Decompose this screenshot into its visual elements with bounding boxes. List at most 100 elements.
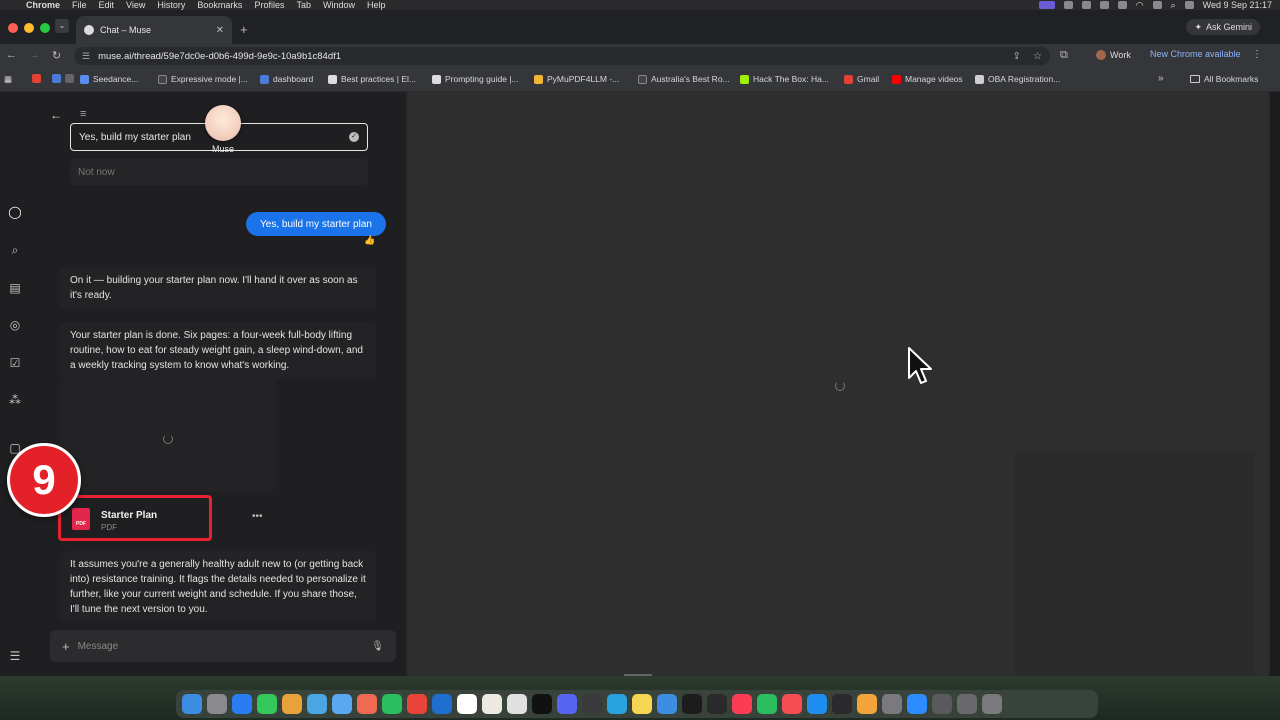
menu-tab[interactable]: Tab [296,0,311,10]
bookmark-item[interactable]: Seedance... [80,74,138,84]
control-center-icon[interactable] [1184,1,1194,9]
music-icon[interactable] [732,694,752,714]
menu-chrome[interactable]: Chrome [26,0,60,10]
menu-icon[interactable]: ≡ [80,108,86,120]
app-icon[interactable] [657,694,677,714]
close-tab-icon[interactable]: ✕ [216,25,224,36]
app-icon[interactable] [857,694,877,714]
slack-icon[interactable] [507,694,527,714]
tab-chat-muse[interactable]: Chat – Muse ✕ [76,16,232,44]
app-icon[interactable] [707,694,727,714]
forward-arrow-icon[interactable]: → [29,49,40,61]
news-icon[interactable] [782,694,802,714]
reload-icon[interactable]: ↻ [52,49,61,62]
facetime-icon[interactable] [382,694,402,714]
more-options-icon[interactable]: ••• [252,511,263,522]
bookmark-item[interactable]: PyMuPDF4LLM -... [534,74,619,84]
bookmark-item[interactable]: Gmail [844,74,879,84]
bookmark-item[interactable]: Best practices | El... [328,74,416,84]
activity-monitor-icon[interactable] [832,694,852,714]
bookmark-item[interactable]: Australia's Best Ro... [638,74,730,84]
document-icon[interactable]: ▤ [7,280,23,296]
file-preview[interactable] [60,378,276,492]
install-app-icon[interactable]: ⇪ [1013,51,1021,62]
menu-window[interactable]: Window [323,0,355,10]
app-icon[interactable] [407,694,427,714]
ask-gemini-button[interactable]: ✦ Ask Gemini [1186,19,1260,35]
zoom-icon[interactable] [907,694,927,714]
search-icon[interactable]: ⌕ [1171,0,1176,11]
menu-help[interactable]: Help [367,0,386,10]
vscode-icon[interactable] [432,694,452,714]
bookmark-item[interactable]: Prompting guide |... [432,74,519,84]
wifi-icon[interactable]: ◠ [1136,0,1144,11]
downloads-icon[interactable] [957,694,977,714]
tv-icon[interactable] [682,694,702,714]
finder-icon[interactable] [182,694,202,714]
discord-icon[interactable] [557,694,577,714]
app-store-icon[interactable] [807,694,827,714]
quick-reply-option[interactable]: Not now [70,159,368,185]
all-bookmarks-button[interactable]: All Bookmarks [1190,74,1258,84]
status-icon[interactable] [1063,1,1073,9]
app-icon[interactable] [932,694,952,714]
telegram-icon[interactable] [607,694,627,714]
new-tab-icon[interactable]: + [240,22,248,37]
menu-profiles[interactable]: Profiles [254,0,284,10]
tab-search-icon[interactable]: ⌄ [55,19,69,33]
bookmark-item[interactable]: OBA Registration... [975,74,1060,84]
more-bookmarks-icon[interactable]: » [1158,73,1164,84]
menu-icon[interactable]: ☰ [7,648,23,664]
browser-menu-icon[interactable]: ⋮ [1252,49,1262,60]
photos-icon[interactable] [357,694,377,714]
system-settings-icon[interactable] [882,694,902,714]
bookmark-item[interactable] [52,74,74,83]
thumbs-up-reaction-icon[interactable]: 👍 [364,235,375,246]
chrome-update-button[interactable]: New Chrome available [1150,49,1241,59]
notion-icon[interactable] [1099,1,1109,9]
close-window-icon[interactable] [8,23,18,33]
bookmark-item[interactable]: Hack The Box: Ha... [740,74,829,84]
bookmark-item[interactable]: Manage videos [892,74,963,84]
microphone-icon[interactable]: 🎙 [371,641,384,652]
notion-icon[interactable] [457,694,477,714]
back-arrow-icon[interactable]: ← [6,49,17,61]
menu-clock[interactable]: Wed 9 Sep 21:17 [1203,0,1272,10]
gmail-bookmark-icon[interactable] [32,74,41,83]
menu-history[interactable]: History [157,0,185,10]
back-arrow-icon[interactable]: ← [50,108,64,122]
status-icon[interactable] [1081,1,1091,9]
add-attachment-icon[interactable]: + [62,639,70,654]
chat-bubble-icon[interactable]: ◯ [7,204,23,220]
notes-icon[interactable] [632,694,652,714]
profile-chip[interactable]: Work [1096,50,1131,60]
fullscreen-window-icon[interactable] [40,23,50,33]
numbers-icon[interactable] [757,694,777,714]
screen-record-icon[interactable] [1038,1,1055,9]
document-canvas[interactable] [408,92,1268,682]
apps-grid-icon[interactable]: ▦ [4,74,12,85]
message-input[interactable] [77,640,372,652]
app-icon[interactable] [532,694,552,714]
search-icon[interactable]: ⌕ [7,242,23,258]
bookmark-item[interactable]: dashboard [260,74,313,84]
bookmark-item[interactable]: Expressive mode |... [158,74,248,84]
safari-icon[interactable] [232,694,252,714]
apps-icon[interactable]: ⁂ [7,392,23,408]
address-bar[interactable]: ☰ muse.ai/thread/59e7dc0e-d0b6-499d-9e9c… [74,47,1050,65]
bookmark-star-icon[interactable]: ☆ [1033,51,1042,62]
do-not-disturb-icon[interactable] [1117,1,1127,9]
calendar-icon[interactable] [482,694,502,714]
messages-icon[interactable] [257,694,277,714]
extensions-icon[interactable]: ⧉ [1060,49,1068,62]
menu-edit[interactable]: Edit [99,0,115,10]
app-icon[interactable] [582,694,602,714]
mail-icon[interactable] [332,694,352,714]
checkbox-icon[interactable]: ☑ [7,355,23,371]
menu-view[interactable]: View [126,0,145,10]
minimize-window-icon[interactable] [24,23,34,33]
trash-icon[interactable] [982,694,1002,714]
chrome-icon[interactable] [282,694,302,714]
menu-file[interactable]: File [72,0,87,10]
site-info-icon[interactable]: ☰ [82,51,90,62]
